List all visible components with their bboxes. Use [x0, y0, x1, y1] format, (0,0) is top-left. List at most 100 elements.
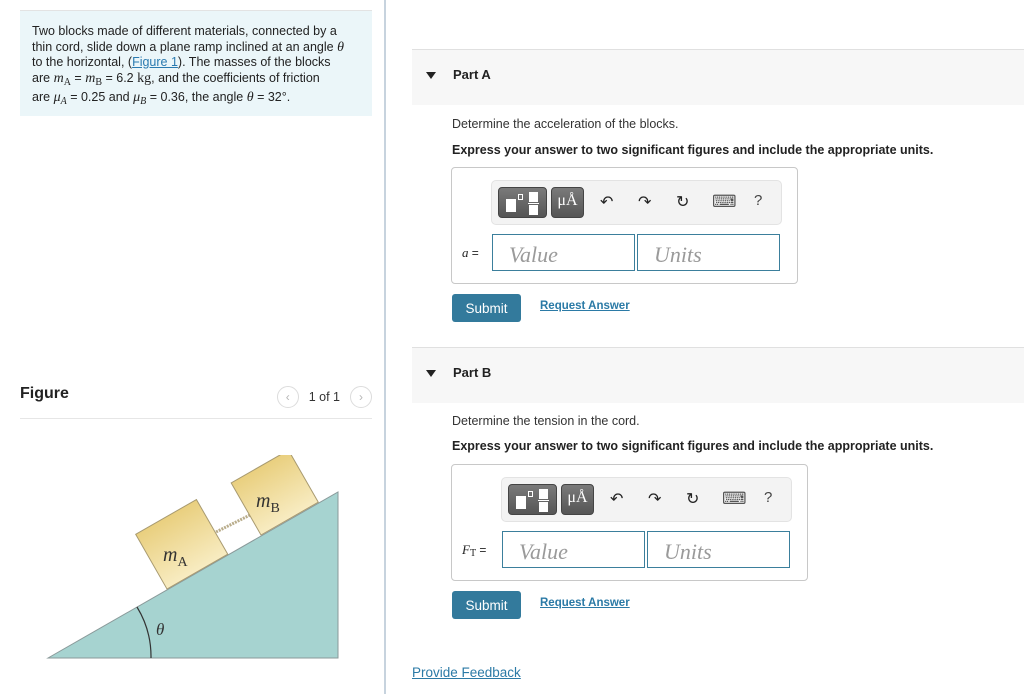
- subscript: B: [95, 76, 102, 88]
- label-theta: θ: [156, 620, 164, 639]
- subscript: A: [63, 76, 71, 88]
- fraction-bar-icon: [528, 203, 539, 204]
- theta-symbol: θ: [337, 39, 344, 55]
- problem-line-2: thin cord, slide down a plane ramp incli…: [32, 40, 360, 56]
- help-icon[interactable]: ?: [754, 192, 762, 209]
- templates-button[interactable]: [508, 484, 557, 515]
- part-a-answer-box: μÅ ↶ ↷ ↻ ⌨ ? a =: [451, 167, 798, 284]
- mass-unit: kg: [137, 70, 152, 86]
- problem-text: Two blocks made of different materials, …: [32, 24, 337, 38]
- part-b-title: Part B: [453, 365, 492, 380]
- subscript: A: [60, 96, 67, 108]
- mass-a-symbol: mA: [53, 70, 71, 88]
- part-a-prompt: Determine the acceleration of the blocks…: [452, 117, 679, 131]
- mu-b-value: = 0.36, the angle: [149, 90, 244, 105]
- part-a-header[interactable]: Part A: [412, 49, 1024, 105]
- request-answer-link-b[interactable]: Request Answer: [540, 597, 630, 609]
- equals: =: [479, 543, 487, 557]
- fraction-bottom-icon: [529, 205, 538, 215]
- redo-icon[interactable]: ↷: [648, 489, 661, 509]
- mu-symbol: μ: [53, 90, 61, 106]
- reset-icon[interactable]: ↻: [676, 192, 689, 212]
- variable-label-a: a =: [462, 245, 479, 261]
- template-exponent-icon: [528, 491, 533, 497]
- problem-text: are: [32, 90, 51, 105]
- value-input[interactable]: [492, 234, 635, 271]
- request-answer-link-a[interactable]: Request Answer: [540, 300, 630, 312]
- pager-text: 1 of 1: [308, 390, 340, 404]
- units-label: μÅ: [567, 489, 588, 506]
- units-button[interactable]: μÅ: [561, 484, 594, 515]
- part-a-title: Part A: [453, 67, 491, 82]
- variable-symbol: F: [462, 542, 470, 557]
- angle-value: = 32°.: [257, 90, 291, 105]
- units-input[interactable]: [637, 234, 780, 271]
- undo-icon[interactable]: ↶: [600, 192, 613, 212]
- redo-icon[interactable]: ↷: [638, 192, 651, 212]
- problem-text: ). The masses of the blocks: [177, 55, 331, 70]
- submit-button-a[interactable]: Submit: [452, 294, 521, 322]
- part-b-instruction: Express your answer to two significant f…: [452, 439, 934, 453]
- problem-line-5: are μA = 0.25 and μB = 0.36, the angle θ…: [32, 90, 360, 110]
- m-symbol: m: [53, 70, 64, 86]
- mu-b-symbol: μB: [133, 90, 147, 108]
- mu-a-value: = 0.25 and: [70, 90, 130, 105]
- fraction-top-icon: [539, 489, 548, 499]
- templates-button[interactable]: [498, 187, 547, 218]
- help-icon[interactable]: ?: [764, 489, 772, 506]
- m-symbol: m: [85, 70, 96, 86]
- part-b-prompt: Determine the tension in the cord.: [452, 414, 640, 428]
- units-label: μÅ: [557, 192, 578, 209]
- subscript: B: [140, 96, 147, 108]
- right-pane: Part A Determine the acceleration of the…: [386, 0, 1024, 694]
- left-pane: Two blocks made of different materials, …: [0, 0, 385, 694]
- fraction-bar-icon: [538, 500, 549, 501]
- collapse-triangle-icon[interactable]: [426, 72, 436, 79]
- problem-line-1: Two blocks made of different materials, …: [32, 24, 360, 40]
- submit-button-b[interactable]: Submit: [452, 591, 521, 619]
- math-toolbar: μÅ ↶ ↷ ↻ ⌨ ?: [491, 180, 782, 225]
- problem-line-4: are mA = mB = 6.2 kg, and the coefficien…: [32, 71, 360, 91]
- units-button[interactable]: μÅ: [551, 187, 584, 218]
- subscript: T: [469, 548, 477, 559]
- figure-pager: ‹ 1 of 1 ›: [276, 386, 372, 408]
- next-figure-button[interactable]: ›: [350, 386, 372, 408]
- provide-feedback-link[interactable]: Provide Feedback: [412, 665, 521, 680]
- problem-text: are: [32, 70, 51, 85]
- units-input[interactable]: [647, 531, 790, 568]
- figure-link[interactable]: Figure 1: [132, 55, 178, 69]
- problem-text: to the horizontal, (: [32, 55, 133, 70]
- undo-icon[interactable]: ↶: [610, 489, 623, 509]
- mass-b-symbol: mB: [85, 70, 102, 88]
- problem-text: , and the coefficients of friction: [151, 70, 320, 85]
- math-toolbar: μÅ ↶ ↷ ↻ ⌨ ?: [501, 477, 792, 522]
- chevron-left-icon: ‹: [285, 390, 290, 404]
- theta-symbol: θ: [246, 90, 254, 106]
- figure-header: Figure ‹ 1 of 1 ›: [20, 384, 372, 419]
- problem-line-3: to the horizontal, (Figure 1). The masse…: [32, 55, 360, 71]
- figure-title: Figure: [20, 385, 69, 402]
- problem-text: thin cord, slide down a plane ramp incli…: [32, 39, 334, 54]
- mass-value: = 6.2: [105, 70, 134, 85]
- template-box-icon: [516, 496, 526, 509]
- part-b-header[interactable]: Part B: [412, 347, 1024, 403]
- equals: =: [471, 246, 479, 260]
- fraction-bottom-icon: [539, 502, 548, 512]
- equals: =: [74, 70, 82, 85]
- template-box-icon: [506, 199, 516, 212]
- chevron-right-icon: ›: [359, 390, 363, 404]
- prev-figure-button[interactable]: ‹: [276, 386, 299, 408]
- keyboard-icon[interactable]: ⌨: [722, 489, 747, 509]
- value-input[interactable]: [502, 531, 645, 568]
- collapse-triangle-icon[interactable]: [426, 370, 436, 377]
- ramp-figure: mA mB θ: [46, 455, 339, 659]
- mu-a-symbol: μA: [53, 90, 67, 108]
- variable-label-ft: FT =: [462, 542, 486, 559]
- fraction-top-icon: [529, 192, 538, 202]
- template-exponent-icon: [518, 194, 523, 200]
- problem-statement: Two blocks made of different materials, …: [20, 10, 372, 116]
- part-a-instruction: Express your answer to two significant f…: [452, 143, 934, 157]
- reset-icon[interactable]: ↻: [686, 489, 699, 509]
- variable-symbol: a: [462, 245, 469, 260]
- keyboard-icon[interactable]: ⌨: [712, 192, 737, 212]
